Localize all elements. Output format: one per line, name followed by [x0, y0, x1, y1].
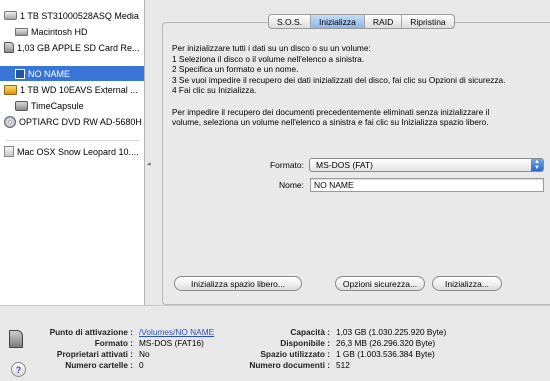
- sidebar-item-label: 1 TB WD 10EAVS External ...: [20, 84, 138, 95]
- sidebar-item-label: Mac OSX Snow Leopard 10....: [17, 146, 139, 157]
- sidebar-item-snow-leopard-image[interactable]: Mac OSX Snow Leopard 10....: [0, 144, 144, 159]
- sidebar-item-label: Macintosh HD: [31, 26, 88, 37]
- erase-free-space-button[interactable]: Inizializza spazio libero...: [174, 276, 302, 291]
- sidebar-item-label: NO NAME: [28, 68, 71, 79]
- sidebar-item-label: TimeCapsule: [31, 100, 84, 111]
- sidebar-item-wd-external[interactable]: 1 TB WD 10EAVS External ...: [0, 82, 144, 97]
- erase-instructions: Per inizializzare tutti i dati su un dis…: [172, 43, 542, 128]
- select-arrows-icon: ▲ ▼: [531, 159, 543, 171]
- sidebar-item-dvd-drive[interactable]: OPTIARC DVD RW AD-5680H: [0, 114, 144, 129]
- sd-volume-icon: [15, 68, 25, 79]
- sidebar-item-apple-sd-card[interactable]: 1,03 GB APPLE SD Card Re...: [0, 40, 144, 55]
- name-field[interactable]: NO NAME: [310, 178, 544, 192]
- format-label: Formato:: [269, 160, 304, 170]
- tab-bar: S.O.S. Inizializza RAID Ripristina: [268, 14, 455, 29]
- instruction-line: 4 Fai clic su Inizializza.: [172, 85, 257, 95]
- format-detail-value: MS-DOS (FAT16): [139, 338, 204, 348]
- sidebar-item-macintosh-hd[interactable]: Macintosh HD: [0, 24, 144, 39]
- tab-erase[interactable]: Inizializza: [311, 15, 365, 28]
- instruction-line: 3 Se vuoi impedire il recupero dei dati …: [172, 74, 506, 85]
- files-value: 512: [336, 360, 350, 370]
- format-select-value: MS-DOS (FAT): [316, 160, 373, 170]
- sidebar-item-no-name[interactable]: NO NAME: [0, 66, 144, 81]
- used-value: 1 GB (1.003.536.384 Byte): [336, 349, 435, 359]
- erase-button[interactable]: Inizializza...: [432, 276, 502, 291]
- sidebar-divider: [6, 140, 139, 141]
- instruction-line: Per inizializzare tutti i dati su un dis…: [172, 43, 371, 53]
- owners-label: Proprietari attivati :: [56, 349, 133, 359]
- splitter-handle-icon[interactable]: ◂: [147, 160, 151, 168]
- tab-raid[interactable]: RAID: [365, 15, 403, 28]
- instruction-line: 1 Seleziona il disco o il volume nell'el…: [172, 53, 365, 64]
- tab-restore[interactable]: Ripristina: [402, 15, 453, 28]
- capacity-value: 1,03 GB (1.030.225.920 Byte): [336, 327, 447, 337]
- external-disk-icon: [4, 84, 17, 95]
- folders-label: Numero cartelle :: [65, 360, 133, 370]
- files-label: Numero documenti :: [249, 360, 330, 370]
- name-field-value: NO NAME: [314, 180, 354, 190]
- sidebar-item-timecapsule[interactable]: TimeCapsule: [0, 98, 144, 113]
- security-options-button[interactable]: Opzioni sicurezza...: [335, 276, 425, 291]
- sd-card-icon: [4, 42, 14, 53]
- dvd-icon: [4, 115, 16, 128]
- format-select[interactable]: MS-DOS (FAT) ▲ ▼: [309, 158, 544, 172]
- disk-list-sidebar[interactable]: 1 TB ST31000528ASQ Media Macintosh HD 1,…: [0, 0, 145, 305]
- available-value: 26,3 MB (26.296.320 Byte): [336, 338, 436, 348]
- sidebar-item-label: 1,03 GB APPLE SD Card Re...: [17, 42, 140, 53]
- hard-disk-icon: [4, 11, 17, 20]
- volume-icon: [15, 27, 28, 36]
- sidebar-item-st31000528asq[interactable]: 1 TB ST31000528ASQ Media: [0, 8, 144, 23]
- instruction-line: 2 Specifica un formato e un nome.: [172, 64, 299, 74]
- instruction-line: Per impedire il recupero dei documenti p…: [172, 106, 490, 117]
- sidebar-item-label: OPTIARC DVD RW AD-5680H: [19, 116, 142, 127]
- name-label: Nome:: [278, 180, 304, 190]
- available-label: Disponibile :: [280, 338, 330, 348]
- mount-point-label: Punto di attivazione :: [49, 327, 133, 337]
- sidebar-item-label: 1 TB ST31000528ASQ Media: [20, 10, 139, 21]
- tab-first-aid[interactable]: S.O.S.: [269, 15, 312, 28]
- disk-image-icon: [4, 146, 14, 157]
- time-capsule-icon: [15, 100, 28, 111]
- capacity-label: Capacità :: [290, 327, 330, 337]
- used-label: Spazio utilizzato :: [260, 349, 330, 359]
- format-detail-label: Formato :: [94, 338, 133, 348]
- folders-value: 0: [139, 360, 144, 370]
- owners-value: No: [139, 349, 150, 359]
- instruction-line: volume, seleziona un volume nell'elenco …: [172, 117, 489, 127]
- mount-point-link[interactable]: /Volumes/NO NAME: [139, 327, 214, 337]
